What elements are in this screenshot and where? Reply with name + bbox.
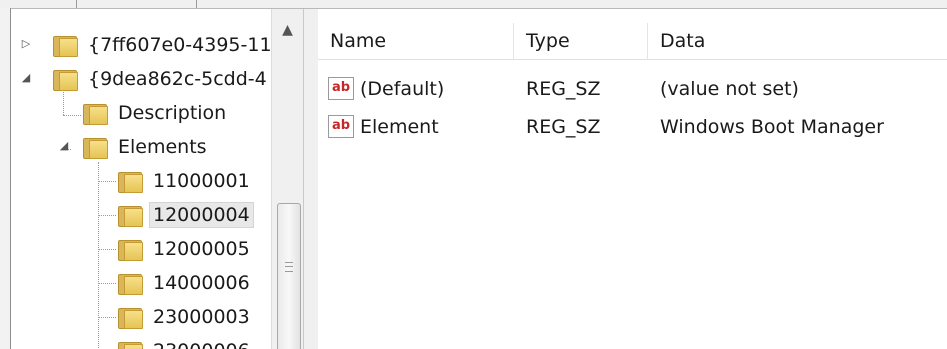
tree-node-element-selected[interactable]: 12000004 xyxy=(118,200,254,230)
tree-connector xyxy=(98,317,116,318)
pane-splitter[interactable] xyxy=(303,9,319,349)
tree-node-label: 12000005 xyxy=(153,238,250,260)
tree-node-element[interactable]: 23000003 xyxy=(118,302,253,332)
tree-connector xyxy=(98,249,116,250)
folder-icon xyxy=(83,102,108,125)
tree-node-description[interactable]: Description xyxy=(83,98,229,128)
tree-connector xyxy=(98,215,116,216)
folder-icon xyxy=(118,170,143,193)
tree-connector xyxy=(63,115,81,116)
tree-node-key[interactable]: {7ff607e0-4395-11 xyxy=(53,30,271,60)
folder-icon xyxy=(53,68,78,91)
tree-node-label: 12000004 xyxy=(149,202,254,228)
value-type: REG_SZ xyxy=(526,116,601,138)
tree-node-elements[interactable]: Elements xyxy=(83,132,210,162)
tree-node-label: 14000006 xyxy=(153,272,250,294)
folder-icon xyxy=(118,204,143,227)
tree-node-key[interactable]: {9dea862c-5cdd-4 xyxy=(53,64,270,94)
collapse-arrow-icon[interactable]: ◢ xyxy=(58,140,70,152)
value-name: Element xyxy=(360,116,439,138)
tree-node-label: 11000001 xyxy=(153,170,250,192)
scroll-up-arrow-icon[interactable]: ▲ xyxy=(272,17,303,43)
tree-vertical-scrollbar[interactable]: ▲ xyxy=(271,9,303,349)
tree-connector xyxy=(98,162,99,349)
value-data: Windows Boot Manager xyxy=(660,116,884,138)
value-type: REG_SZ xyxy=(526,78,601,100)
registry-key-tree[interactable]: ▷ {7ff607e0-4395-11 ◢ {9dea862c-5cdd-4 D… xyxy=(11,9,271,349)
column-header-data[interactable]: Data xyxy=(648,23,947,59)
tree-node-element[interactable]: 14000006 xyxy=(118,268,253,298)
divider xyxy=(76,0,77,8)
column-header-name[interactable]: Name xyxy=(318,23,514,59)
folder-icon xyxy=(118,238,143,261)
tree-connector xyxy=(98,181,116,182)
tree-connector xyxy=(98,283,116,284)
tree-node-element[interactable]: 11000001 xyxy=(118,166,253,196)
collapse-arrow-icon[interactable]: ◢ xyxy=(20,72,32,84)
folder-icon xyxy=(53,34,78,57)
tree-node-element[interactable]: 23000006 xyxy=(118,336,253,349)
tree-node-label: {7ff607e0-4395-11 xyxy=(88,34,271,56)
string-value-icon: ab xyxy=(328,77,354,100)
grip-icon xyxy=(285,262,293,272)
expand-arrow-icon[interactable]: ▷ xyxy=(20,38,32,50)
window-left-border xyxy=(0,8,11,349)
tree-node-label: {9dea862c-5cdd-4 xyxy=(88,68,267,90)
tree-node-element[interactable]: 12000005 xyxy=(118,234,253,264)
table-row[interactable]: ab (Default) REG_SZ (value not set) xyxy=(318,71,947,107)
tree-node-label: 23000003 xyxy=(153,306,250,328)
tree-node-label: Description xyxy=(118,102,227,124)
string-value-icon: ab xyxy=(328,115,354,138)
list-header: Name Type Data xyxy=(318,23,947,60)
folder-icon xyxy=(118,306,143,329)
folder-icon xyxy=(118,272,143,295)
scrollbar-thumb[interactable] xyxy=(277,203,301,349)
tree-node-label: Elements xyxy=(118,136,207,158)
value-name: (Default) xyxy=(360,78,445,100)
values-list: Name Type Data ab (Default) REG_SZ (valu… xyxy=(318,9,947,349)
column-header-type[interactable]: Type xyxy=(514,23,648,59)
divider xyxy=(196,0,197,8)
top-toolbar-edge xyxy=(0,0,947,9)
folder-icon xyxy=(83,136,108,159)
table-row[interactable]: ab Element REG_SZ Windows Boot Manager xyxy=(318,109,947,145)
tree-node-label: 23000006 xyxy=(150,339,253,349)
registry-editor-window: ▷ {7ff607e0-4395-11 ◢ {9dea862c-5cdd-4 D… xyxy=(0,0,947,349)
value-data: (value not set) xyxy=(660,78,799,100)
folder-icon xyxy=(118,340,143,349)
